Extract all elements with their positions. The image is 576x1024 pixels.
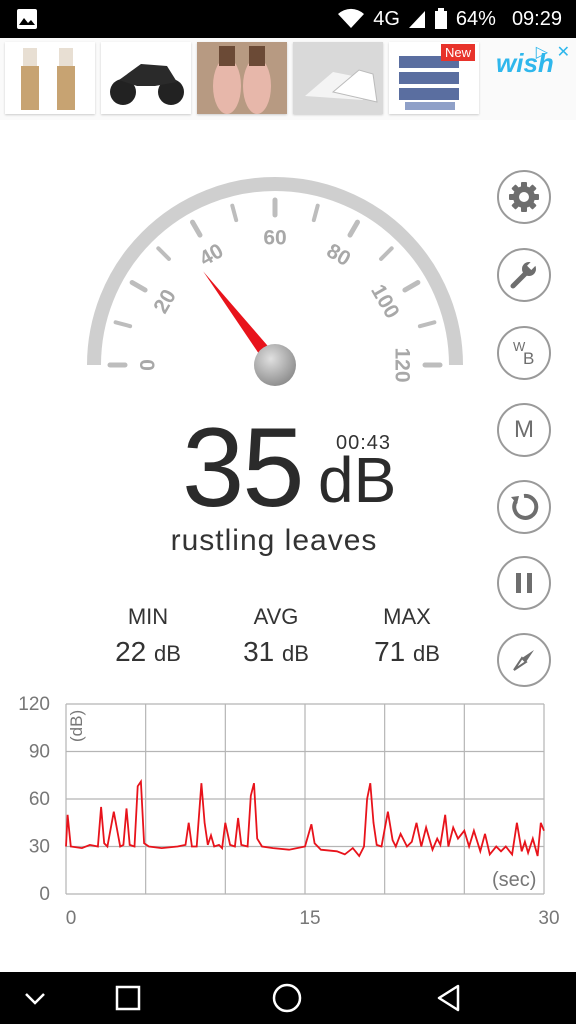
chart-y-tick-label: 60 (29, 789, 50, 810)
image-notification-icon (17, 9, 37, 29)
navigation-bar (0, 972, 576, 1024)
reset-icon (511, 493, 539, 520)
home-icon[interactable] (272, 983, 302, 1013)
gauge-tick (129, 280, 148, 293)
ad-product-pants[interactable] (5, 42, 95, 114)
stat-avg: AVG 31 dB (206, 604, 346, 668)
gauge-tick (379, 246, 394, 261)
compass-button[interactable] (497, 633, 551, 687)
weighting-button[interactable]: W B (497, 326, 551, 380)
gauge-hub (254, 344, 296, 386)
noise-description: rustling leaves (170, 524, 378, 557)
battery-percent: 64% (455, 7, 496, 30)
gauge-tick (417, 320, 437, 329)
stat-min-value: 22 (115, 636, 147, 667)
ad-product-dress[interactable] (197, 42, 287, 114)
gauge-tick (156, 246, 171, 261)
m-icon: M (514, 416, 534, 443)
gauge-tick (190, 219, 203, 238)
clock: 09:29 (511, 7, 562, 30)
chevron-down-icon[interactable] (22, 986, 48, 1010)
back-icon[interactable] (436, 984, 462, 1012)
chart-x-axis-label: (sec) (492, 869, 536, 891)
elapsed-timer: 00:43 (336, 432, 392, 454)
battery-icon (434, 8, 447, 29)
db-history-chart: 120 90 60 30 00 15 30 (dB) (sec) (18, 694, 559, 929)
chart-y-axis-label: (dB) (67, 710, 86, 742)
compass-icon (513, 650, 534, 671)
svg-text:B: B (523, 349, 534, 368)
sound-level-gauge: 0 20 40 60 80 100 120 (87, 177, 463, 386)
chart-y-tick-label: 120 (18, 694, 50, 715)
pause-icon (516, 573, 532, 593)
stat-min-unit: dB (154, 641, 181, 666)
chart-x-tick-label: 30 (538, 908, 559, 929)
current-db-unit: dB (318, 444, 397, 516)
gear-icon (509, 182, 539, 212)
gauge-tick-label: 20 (149, 286, 181, 318)
memory-button[interactable]: M (497, 403, 551, 457)
gauge-tick (230, 203, 239, 223)
stat-min: MIN 22 dB (78, 604, 218, 668)
chart-y-tick-label: 0 (39, 884, 50, 905)
chart-x-tick-label: 15 (299, 908, 320, 929)
gauge-tick (402, 280, 421, 293)
gauge-tick (113, 320, 133, 329)
stat-avg-value: 31 (243, 636, 275, 667)
gauge-tick (311, 203, 320, 223)
status-bar: 4G 64% 09:29 (0, 0, 576, 38)
ad-brand-logo[interactable]: wish (496, 48, 554, 79)
stat-max-label: MAX (383, 604, 431, 629)
wifi-icon (338, 8, 365, 28)
stat-max-value: 71 (374, 636, 406, 667)
gauge-tick-label: 100 (366, 281, 403, 323)
current-db-value: 35 (182, 405, 305, 530)
ad-banner[interactable]: New ▷ ✕ wish (0, 38, 576, 120)
ad-close-icon[interactable]: ✕ (557, 42, 570, 62)
wb-icon: W B (513, 339, 534, 368)
settings-button[interactable] (497, 170, 551, 224)
gauge-tick-label: 0 (137, 359, 160, 371)
stat-avg-label: AVG (253, 604, 299, 629)
recents-icon[interactable] (115, 985, 141, 1011)
pause-button[interactable] (497, 556, 551, 610)
chart-x-tick-label: 0 (66, 908, 77, 929)
stat-min-label: MIN (127, 604, 169, 629)
ad-product-sandals[interactable] (293, 42, 383, 114)
chart-y-tick-label: 90 (29, 742, 50, 763)
calibrate-button[interactable] (497, 248, 551, 302)
stat-avg-unit: dB (282, 641, 309, 666)
gauge-tick-label: 40 (196, 239, 228, 271)
gauge-tick-label: 60 (263, 227, 286, 250)
chart-y-tick-label: 30 (29, 837, 50, 858)
wrench-icon (510, 260, 537, 289)
gauge-tick-label: 120 (390, 347, 413, 382)
ad-product-motorcycle[interactable] (101, 42, 191, 114)
ad-new-badge: New (440, 44, 475, 61)
gauge-tick-label: 80 (323, 239, 355, 271)
network-type: 4G (373, 7, 400, 30)
stat-max-unit: dB (413, 641, 440, 666)
signal-icon (408, 11, 425, 28)
gauge-tick (347, 219, 360, 238)
stat-max: MAX 71 dB (337, 604, 477, 668)
